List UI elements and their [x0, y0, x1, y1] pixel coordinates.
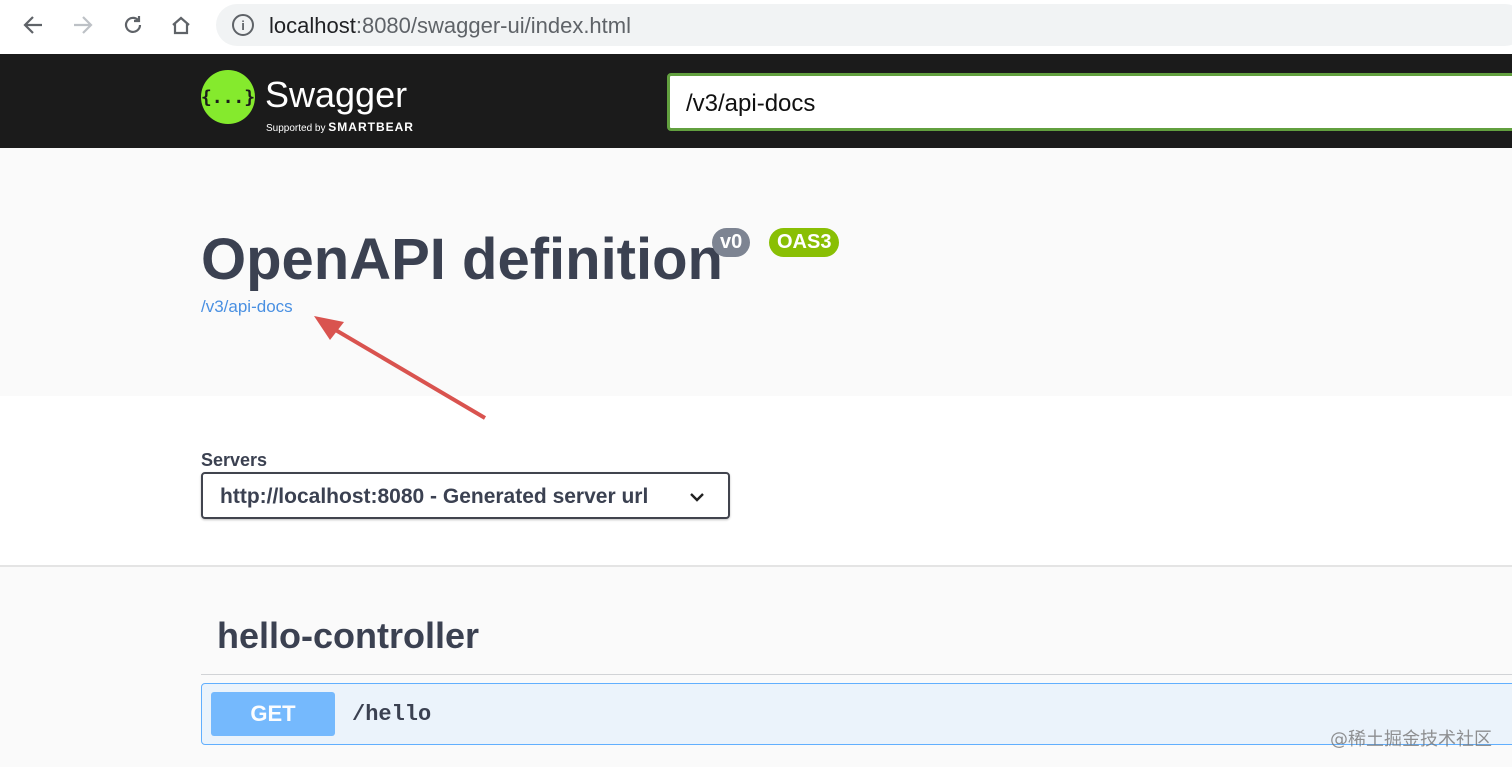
- watermark: @稀土掘金技术社区: [1330, 729, 1492, 750]
- tag-divider: [201, 674, 1512, 675]
- operations-section: hello-controller GET /hello: [0, 567, 1512, 767]
- browser-toolbar: i localhost:8080/swagger-ui/index.html: [0, 0, 1512, 54]
- servers-select[interactable]: http://localhost:8080 - Generated server…: [201, 472, 730, 519]
- swagger-logo-icon[interactable]: {...}: [201, 70, 255, 124]
- back-icon[interactable]: [18, 10, 48, 40]
- red-arrow-annotation: [314, 316, 487, 420]
- logo-subtitle: Supported by SMARTBEAR: [266, 120, 414, 134]
- version-badge: v0: [712, 228, 751, 257]
- chevron-down-icon: [690, 493, 704, 502]
- logo-name[interactable]: Swagger: [265, 74, 407, 116]
- operation-path: /hello: [352, 702, 432, 727]
- operation-get-hello[interactable]: GET /hello: [201, 683, 1512, 745]
- address-text: localhost:8080/swagger-ui/index.html: [269, 13, 631, 38]
- servers-selected-value: http://localhost:8080 - Generated server…: [220, 485, 649, 508]
- method-badge: GET: [211, 692, 335, 736]
- spec-link[interactable]: /v3/api-docs: [201, 297, 293, 317]
- oas-badge: OAS3: [769, 228, 840, 257]
- reload-icon[interactable]: [118, 10, 148, 40]
- info-section: OpenAPI definition v0 OAS3 /v3/api-docs: [0, 148, 1512, 396]
- info-icon[interactable]: i: [232, 14, 254, 36]
- tag-title[interactable]: hello-controller: [217, 615, 479, 657]
- home-icon[interactable]: [166, 10, 196, 40]
- spec-url-input[interactable]: /v3/api-docs: [667, 73, 1512, 131]
- servers-label: Servers: [201, 450, 268, 470]
- address-bar[interactable]: i localhost:8080/swagger-ui/index.html: [216, 4, 1512, 46]
- swagger-topbar: {...} Swagger Supported by SMARTBEAR /v3…: [0, 54, 1512, 148]
- page-title: OpenAPI definition: [201, 227, 723, 292]
- forward-icon[interactable]: [68, 10, 98, 40]
